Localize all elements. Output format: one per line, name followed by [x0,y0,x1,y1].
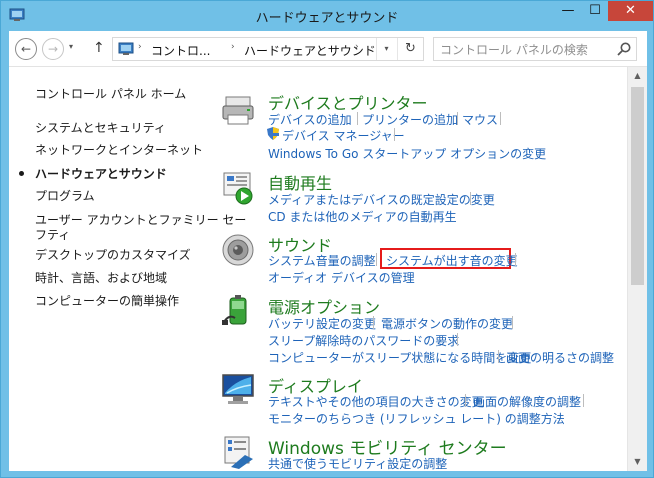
link-separator [465,394,466,407]
active-bullet [19,171,24,176]
link-wakeup-password[interactable]: スリープ解除時のパスワードの要求 [268,332,459,349]
scroll-thumb[interactable] [631,87,644,285]
chevron-right-icon[interactable]: › [231,42,235,52]
vertical-scrollbar[interactable]: ▲ ▼ [627,67,647,471]
link-device-manager[interactable]: デバイス マネージャー [282,127,405,144]
speaker-icon[interactable] [221,233,257,267]
sidebar-item-programs[interactable]: プログラム [35,187,95,204]
navigation-toolbar: ← → ▾ ↑ › コントロ... › ハードウェアとサウンド › ▾ ↻ [9,31,647,67]
autoplay-icon[interactable] [221,171,257,205]
sidebar-item-appearance[interactable]: デスクトップのカスタマイズ [35,246,191,263]
search-box[interactable] [433,37,637,61]
sidebar-item-system-security[interactable]: システムとセキュリティ [35,119,166,136]
forward-button[interactable]: → [42,38,64,60]
mobility-center-icon[interactable] [221,435,257,469]
address-dropdown-button[interactable]: ▾ [376,38,396,60]
shield-icon [267,127,279,140]
link-separator [373,316,374,329]
link-power-buttons[interactable]: 電源ボタンの動作の変更 [381,315,513,332]
maximize-button[interactable]: ☐ [582,1,608,21]
search-input[interactable] [440,41,610,58]
control-panel-window: ハードウェアとサウンド — ☐ ✕ ← → ▾ ↑ › コントロ... › ハー… [0,0,654,478]
link-separator [470,192,471,205]
link-battery-settings[interactable]: バッテリ設定の変更 [268,315,376,332]
sidebar-item-network[interactable]: ネットワークとインターネット [35,141,203,158]
link-text-size[interactable]: テキストやその他の項目の大きさの変更 [268,393,484,410]
link-cd-autoplay[interactable]: CD または他のメディアの自動再生 [268,208,457,225]
sidebar-item-clock-region[interactable]: 時計、言語、および地域 [35,269,167,286]
link-add-device[interactable]: デバイスの追加 [268,111,352,128]
link-separator [357,112,358,125]
link-separator [498,350,499,363]
search-icon[interactable] [616,41,632,57]
sidebar-item-hardware-sound[interactable]: ハードウェアとサウンド [35,165,167,182]
link-separator [512,316,513,329]
content-pane: コントロール パネル ホーム システムとセキュリティ ネットワークとインターネッ… [9,67,647,471]
link-media-defaults[interactable]: メディアまたはデバイスの既定設定の変更 [268,191,495,208]
link-separator [500,112,501,125]
link-screen-brightness[interactable]: 画面の明るさの調整 [506,349,614,366]
link-separator [457,333,458,346]
sidebar-item-ease-of-access[interactable]: コンピューターの簡単操作 [35,292,179,309]
link-sleep-time[interactable]: コンピューターがスリープ状態になる時間を変更 [268,349,531,366]
link-separator [376,253,377,266]
link-add-printer[interactable]: プリンターの追加 [362,111,458,128]
refresh-button[interactable]: ↻ [397,38,423,60]
scroll-up-arrow[interactable]: ▲ [628,67,647,85]
link-mouse[interactable]: マウス [462,111,498,128]
link-windows-to-go[interactable]: Windows To Go スタートアップ オプションの変更 [268,145,546,162]
sidebar-item-home[interactable]: コントロール パネル ホーム [35,85,186,102]
recent-locations-button[interactable]: ▾ [69,42,73,51]
minimize-button[interactable]: — [554,1,582,21]
link-change-system-sounds[interactable]: システムが出す音の変更 [386,252,518,269]
battery-icon[interactable] [221,294,257,328]
link-screen-resolution[interactable]: 画面の解像度の調整 [473,393,581,410]
link-manage-audio-devices[interactable]: オーディオ デバイスの管理 [268,269,415,286]
link-mobility-settings[interactable]: 共通で使うモビリティ設定の調整 [268,455,447,471]
address-bar[interactable]: › コントロ... › ハードウェアとサウンド › ▾ ↻ [112,37,424,61]
link-separator [394,128,395,141]
title-bar[interactable]: ハードウェアとサウンド — ☐ ✕ [1,1,653,31]
close-button[interactable]: ✕ [608,1,653,21]
back-button[interactable]: ← [15,38,37,60]
scroll-down-arrow[interactable]: ▼ [628,453,647,471]
link-system-volume[interactable]: システム音量の調整 [268,252,376,269]
link-refresh-rate[interactable]: モニターのちらつき (リフレッシュ レート) の調整方法 [268,410,565,427]
monitor-icon[interactable] [221,373,257,407]
chevron-right-icon[interactable]: › [138,42,142,52]
up-button[interactable]: ↑ [93,40,105,56]
chevron-right-icon[interactable]: › [355,42,359,52]
link-separator [515,253,516,266]
link-separator [583,394,584,407]
control-panel-icon [118,42,134,55]
sidebar-item-user-accounts-cont[interactable]: フティ [35,226,70,243]
printer-icon[interactable] [221,93,257,127]
breadcrumb-control-panel[interactable]: コントロ... [151,42,210,59]
link-separator [457,112,458,125]
